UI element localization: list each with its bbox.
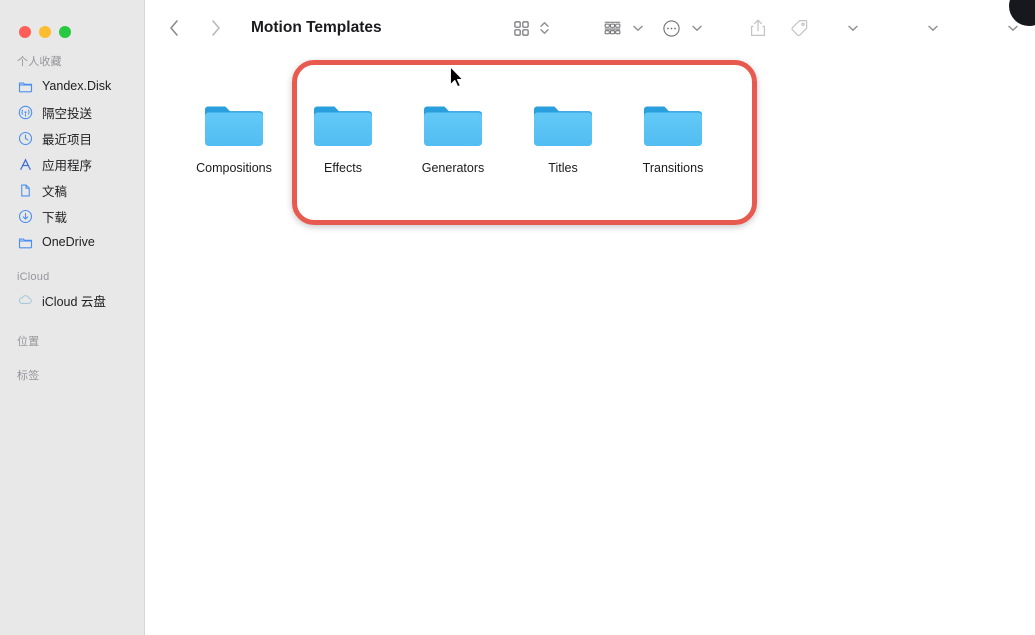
folder-icon xyxy=(422,100,484,150)
folder-item[interactable]: Titles xyxy=(511,100,615,175)
download-icon xyxy=(18,209,33,224)
ellipsis-circle-icon[interactable] xyxy=(662,19,681,38)
chevron-down-icon[interactable] xyxy=(845,20,861,36)
finder-window: 个人收藏 Yandex.Disk 隔空投送 最近项目 应用程序 文稿 下载 On… xyxy=(0,0,1035,635)
forward-button[interactable] xyxy=(201,13,231,43)
folder-icon xyxy=(312,100,374,150)
folder-label: Generators xyxy=(421,161,485,175)
folder-item[interactable]: Effects xyxy=(291,100,395,175)
sidebar-item-label: iCloud 云盘 xyxy=(42,294,106,309)
sidebar-item-onedrive[interactable]: OneDrive xyxy=(0,229,144,255)
sidebar-item-yandex-disk[interactable]: Yandex.Disk xyxy=(0,73,144,99)
folder-item[interactable]: Generators xyxy=(401,100,505,175)
folder-label: Transitions xyxy=(642,161,704,175)
back-button[interactable] xyxy=(159,13,189,43)
tag-icon[interactable] xyxy=(789,18,809,38)
chevron-down-icon[interactable] xyxy=(689,20,705,36)
folder-icon xyxy=(18,235,33,250)
sidebar-item-icloud-drive[interactable]: iCloud 云盘 xyxy=(0,287,144,313)
sidebar-section-locations-header: 位置 xyxy=(17,336,40,348)
chevron-down-icon[interactable] xyxy=(1005,20,1021,36)
chevron-up-down-icon[interactable] xyxy=(536,20,552,36)
file-grid: Compositions Effects Generators Titles Trans… xyxy=(145,56,1035,635)
folder-item[interactable]: Compositions xyxy=(182,100,286,175)
window-controls xyxy=(0,0,144,44)
folder-icon xyxy=(532,100,594,150)
airdrop-icon xyxy=(18,105,33,120)
sidebar-item-label: OneDrive xyxy=(42,235,95,249)
sidebar-item-documents[interactable]: 文稿 xyxy=(0,177,144,203)
document-icon xyxy=(18,183,33,198)
page-title: Motion Templates xyxy=(251,19,382,36)
sidebar-item-airdrop[interactable]: 隔空投送 xyxy=(0,99,144,125)
sidebar-section-icloud-header: iCloud xyxy=(17,271,50,283)
folder-label: Compositions xyxy=(196,161,272,175)
chevron-down-icon[interactable] xyxy=(630,20,646,36)
folder-label: Titles xyxy=(548,161,578,175)
sidebar-item-label: 隔空投送 xyxy=(42,106,93,121)
applications-icon xyxy=(18,157,33,172)
maximize-button[interactable] xyxy=(59,26,71,38)
folder-label: Effects xyxy=(324,161,362,175)
sidebar-item-applications[interactable]: 应用程序 xyxy=(0,151,144,177)
sidebar-item-label: 应用程序 xyxy=(42,158,93,173)
toolbar: Motion Templates xyxy=(145,0,1035,56)
cloud-icon xyxy=(18,293,33,308)
minimize-button[interactable] xyxy=(39,26,51,38)
grid-view-icon[interactable] xyxy=(513,20,530,37)
group-by-icon[interactable] xyxy=(603,20,622,37)
close-button[interactable] xyxy=(19,26,31,38)
clock-icon xyxy=(18,131,33,146)
folder-icon xyxy=(18,79,33,94)
sidebar: 个人收藏 Yandex.Disk 隔空投送 最近项目 应用程序 文稿 下载 On… xyxy=(0,0,145,635)
sidebar-item-label: Yandex.Disk xyxy=(42,79,112,93)
folder-icon xyxy=(203,100,265,150)
folder-icon xyxy=(642,100,704,150)
share-icon[interactable] xyxy=(749,18,767,38)
mouse-cursor xyxy=(449,66,464,88)
main-area: Motion Templates Compositions Effects Ge… xyxy=(145,0,1035,635)
sidebar-item-label: 文稿 xyxy=(42,184,68,199)
sidebar-section-tags-header: 标签 xyxy=(17,370,40,382)
sidebar-section-favorites-header: 个人收藏 xyxy=(17,56,62,68)
sidebar-item-label: 最近项目 xyxy=(42,132,93,147)
chevron-down-icon[interactable] xyxy=(925,20,941,36)
sidebar-item-downloads[interactable]: 下载 xyxy=(0,203,144,229)
sidebar-item-label: 下载 xyxy=(42,210,68,225)
folder-item[interactable]: Transitions xyxy=(621,100,725,175)
sidebar-item-recents[interactable]: 最近项目 xyxy=(0,125,144,151)
